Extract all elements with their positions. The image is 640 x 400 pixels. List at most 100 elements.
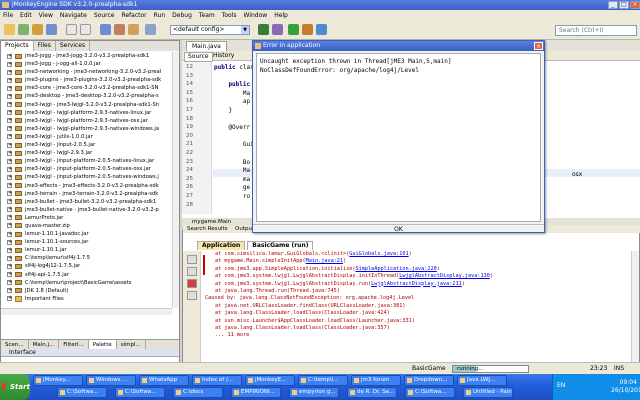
taskbar-button[interactable]: Dropdown...: [404, 375, 454, 386]
search-input[interactable]: [555, 25, 637, 36]
tab-services[interactable]: Services: [56, 41, 91, 51]
save-all-icon[interactable]: [46, 24, 57, 35]
close-button[interactable]: ×: [630, 1, 640, 9]
tree-item[interactable]: + jme3-networking - jme3-networking-3.2.0…: [3, 68, 173, 76]
tree-item[interactable]: + jme3-lwjgl - jme3-lwjgl-3.2.0-v3.2-prea…: [3, 101, 173, 109]
dialog-close-button[interactable]: ×: [534, 42, 543, 50]
taskbar-button[interactable]: C:\temp\l...: [298, 375, 348, 386]
tree-item[interactable]: + jme3-lwjgl - jinput-platform-2.0.5-nati…: [3, 165, 173, 173]
progress-bar[interactable]: running...: [452, 365, 529, 373]
taskbar-button[interactable]: WhatsApp: [139, 375, 189, 386]
tree-item[interactable]: + slf4j-api-1.7.5.jar: [3, 271, 173, 279]
tree-item[interactable]: + lemur-1.10.1.jar: [3, 246, 173, 254]
expand-icon[interactable]: +: [7, 199, 12, 205]
settings-icon[interactable]: [187, 291, 197, 300]
taskbar-button[interactable]: C:\Softwa...: [115, 387, 165, 398]
profile-icon[interactable]: [316, 24, 327, 35]
tab-search-results[interactable]: Search Results: [187, 225, 228, 233]
expand-icon[interactable]: +: [7, 223, 12, 229]
taskbar-button[interactable]: C:\Softwa...: [57, 387, 107, 398]
expand-icon[interactable]: +: [7, 247, 12, 253]
expand-icon[interactable]: +: [7, 166, 12, 172]
menu-item-window[interactable]: Window: [244, 12, 268, 19]
globe-icon[interactable]: [145, 24, 156, 35]
new-file-icon[interactable]: [18, 24, 29, 35]
source-link[interactable]: GuiGlobals.java:101: [349, 251, 408, 257]
menu-item-file[interactable]: File: [3, 12, 13, 19]
tree-item[interactable]: + lemur-1.10.1-javadoc.jar: [3, 230, 173, 238]
tree-item[interactable]: + jme3-jogg - jme3-jogg-3.2.0-v3.2-prealp…: [3, 52, 173, 60]
expand-icon[interactable]: +: [7, 174, 12, 180]
expand-icon[interactable]: +: [7, 110, 12, 116]
rerun-config-icon[interactable]: [187, 267, 197, 276]
taskbar-button[interactable]: EMPIRIONI...: [231, 387, 281, 398]
tree-item[interactable]: + C:\temp\lemur\project\BasicGame\assets: [3, 279, 173, 287]
tab-basicgame-run[interactable]: BasicGame (run): [247, 241, 314, 250]
expand-icon[interactable]: +: [7, 118, 12, 124]
tab-source[interactable]: Source: [184, 52, 213, 62]
tree-item[interactable]: + Important Files: [3, 295, 173, 303]
source-link[interactable]: LwjglAbstractDisplay.java:130: [399, 273, 490, 279]
tree-item[interactable]: + jme3-lwjgl - jinput-platform-2.0.5-nati…: [3, 173, 173, 181]
tree-item[interactable]: + jme3-lwjgl - jinput-2.0.5.jar: [3, 141, 173, 149]
tree-item[interactable]: + LemurProto.jar: [3, 214, 173, 222]
taskbar-button[interactable]: C:\Softwa...: [405, 387, 455, 398]
expand-icon[interactable]: +: [7, 215, 12, 221]
source-link[interactable]: LwjglAbstractDisplay.java:211: [371, 281, 462, 287]
expand-icon[interactable]: +: [7, 158, 12, 164]
taskbar-button[interactable]: Java LWJ...: [457, 375, 507, 386]
language-indicator[interactable]: EN: [557, 382, 565, 389]
copy-icon[interactable]: [114, 24, 125, 35]
taskbar-button[interactable]: C:\docs: [173, 387, 223, 398]
tab-files[interactable]: Files: [34, 41, 56, 51]
menu-item-run[interactable]: Run: [154, 12, 166, 19]
tree-item[interactable]: + jme3-bullet - jme3-bullet-3.2.0-v3.2-pr…: [3, 198, 173, 206]
output-scrollbar[interactable]: [631, 251, 639, 363]
menu-item-team[interactable]: Team: [199, 12, 215, 19]
expand-icon[interactable]: +: [7, 191, 12, 197]
tree-item[interactable]: + guava-master.zip: [3, 222, 173, 230]
tab-main-java[interactable]: Main.java: [186, 41, 227, 51]
paste-icon[interactable]: [128, 24, 139, 35]
dialog-ok-button[interactable]: OK: [253, 224, 544, 233]
tree-item[interactable]: + jme3-lwjgl - jinput-platform-2.0.5-nati…: [3, 157, 173, 165]
tree-item[interactable]: + jme3-lwjgl - lwjgl-platform-2.9.3-nativ…: [3, 117, 173, 125]
expand-icon[interactable]: +: [7, 255, 12, 261]
expand-icon[interactable]: +: [7, 150, 12, 156]
expand-icon[interactable]: +: [7, 102, 12, 108]
taskbar-button[interactable]: jMonkey...: [33, 375, 83, 386]
tree-item[interactable]: + jme3-lwjgl - lwjgl-platform-2.9.3-nativ…: [3, 125, 173, 133]
tab-output[interactable]: Outpu: [235, 225, 252, 233]
redo-icon[interactable]: [80, 24, 91, 35]
tab-application[interactable]: Application: [197, 241, 246, 250]
tree-vertical-scrollbar[interactable]: [172, 52, 179, 308]
new-project-icon[interactable]: [4, 24, 15, 35]
rerun-icon[interactable]: [187, 255, 197, 264]
taskbar-button[interactable]: jMonkeyE...: [245, 375, 295, 386]
expand-icon[interactable]: +: [7, 183, 12, 188]
tree-item[interactable]: + jme3-jogg - j-ogg-all-1.0.0.jar: [3, 60, 173, 68]
tree-item[interactable]: + jme3-core - jme3-core-3.2.0-v3.2-prealp…: [3, 84, 173, 92]
tree-item[interactable]: + lemur-1.10.1-sources.jar: [3, 238, 173, 246]
menu-item-help[interactable]: Help: [274, 12, 288, 19]
source-link[interactable]: Main.java:21: [306, 258, 343, 264]
maximize-button[interactable]: □: [619, 1, 629, 9]
tree-item[interactable]: + jme3-lwjgl - lwjgl-platform-2.9.3-nativ…: [3, 109, 173, 117]
tree-item[interactable]: + jme3-lwjgl - lwjgl-2.9.3.jar: [3, 149, 173, 157]
tree-item[interactable]: + jme3-terrain - jme3-terrain-3.2.0-v3.2-…: [3, 190, 173, 198]
expand-icon[interactable]: +: [7, 288, 12, 294]
taskbar-button[interactable]: Windows ...: [86, 375, 136, 386]
run-icon[interactable]: [288, 24, 299, 35]
source-link[interactable]: SimpleApplication.java:220: [356, 266, 437, 272]
tree-item[interactable]: + jme3-bullet-native - jme3-bullet-native…: [3, 206, 173, 214]
tree-item[interactable]: + JDK 1.8 (Default): [3, 287, 173, 295]
expand-icon[interactable]: +: [7, 77, 12, 83]
expand-icon[interactable]: +: [7, 93, 12, 99]
undo-icon[interactable]: [66, 24, 77, 35]
build-hammer-icon[interactable]: [258, 24, 269, 35]
debug-icon[interactable]: [302, 24, 313, 35]
config-select[interactable]: <default config> ▼: [170, 25, 250, 35]
tree-item[interactable]: + jme3-lwjgl - jutils-1.0.0.jar: [3, 133, 173, 141]
taskbar-button[interactable]: Index of /...: [192, 375, 242, 386]
start-button[interactable]: Start: [0, 374, 30, 400]
